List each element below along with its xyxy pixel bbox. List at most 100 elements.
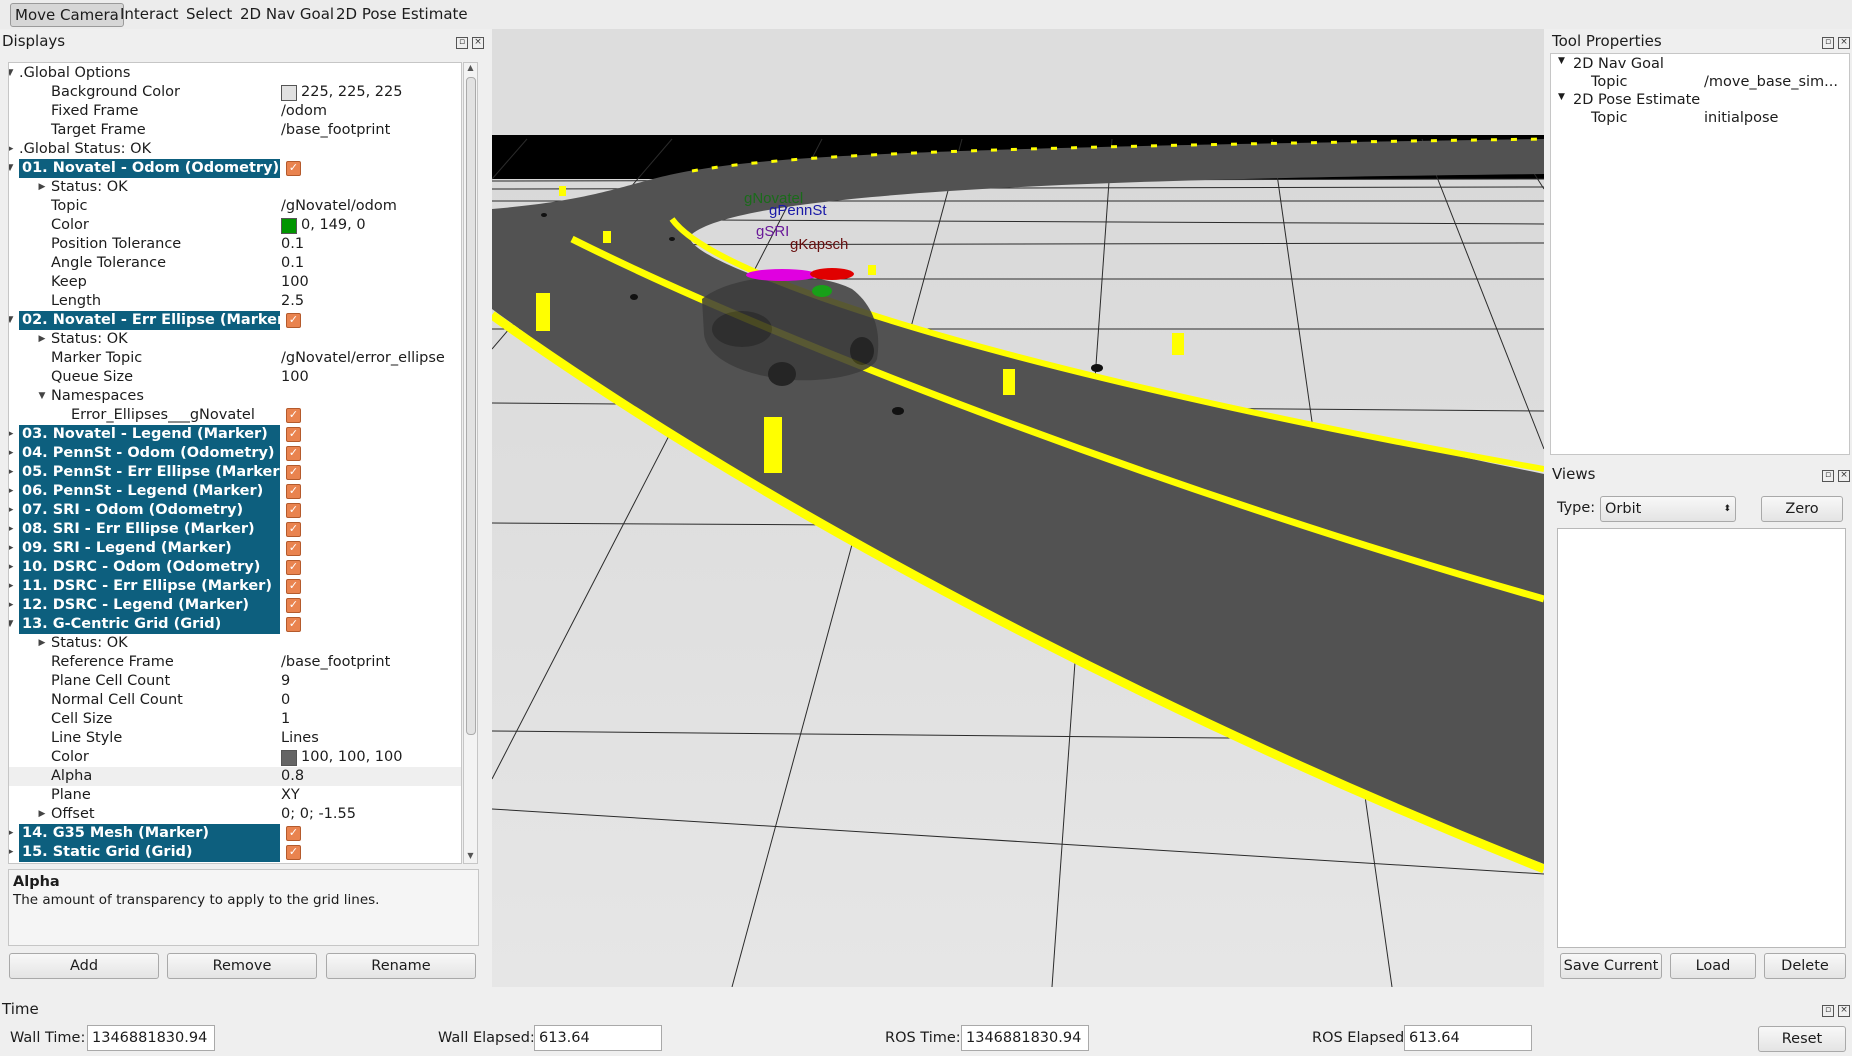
enabled-checkbox[interactable]: ✓: [286, 427, 301, 442]
property-row[interactable]: Plane Cell Count 9: [9, 672, 461, 691]
property-row[interactable]: Fixed Frame/odom: [9, 102, 461, 121]
enabled-checkbox[interactable]: ✓: [286, 161, 301, 176]
property-value[interactable]: 0.8: [281, 767, 304, 786]
saved-views-list[interactable]: [1557, 528, 1846, 948]
reset-time-button[interactable]: Reset: [1758, 1026, 1846, 1052]
property-value[interactable]: 100, 100, 100: [301, 748, 402, 767]
move-camera-tool[interactable]: Move Camera: [10, 3, 124, 27]
pose-estimate-topic-value[interactable]: initialpose: [1704, 110, 1778, 126]
close-icon[interactable]: ×: [472, 37, 484, 49]
display-row[interactable]: ▼01. Novatel - Odom (Odometry) ✓: [9, 159, 461, 178]
add-display-button[interactable]: Add: [9, 953, 159, 979]
remove-display-button[interactable]: Remove: [167, 953, 317, 979]
display-row[interactable]: ▼02. Novatel - Err Ellipse (Marker)✓: [9, 311, 461, 330]
display-row[interactable]: ▶14. G35 Mesh (Marker) ✓: [9, 824, 461, 843]
enabled-checkbox[interactable]: ✓: [286, 541, 301, 556]
property-value[interactable]: XY: [281, 786, 300, 805]
display-row[interactable]: ▶09. SRI - Legend (Marker) ✓: [9, 539, 461, 558]
collapse-arrow-icon[interactable]: ▶: [9, 596, 15, 615]
property-row[interactable]: Color 0, 149, 0: [9, 216, 461, 235]
property-row[interactable]: ▼.Global Options: [9, 64, 461, 83]
display-row[interactable]: ▶12. DSRC - Legend (Marker) ✓: [9, 596, 461, 615]
property-row[interactable]: Plane XY: [9, 786, 461, 805]
expand-arrow-icon[interactable]: ▼: [9, 615, 15, 634]
property-row[interactable]: Length 2.5: [9, 292, 461, 311]
collapse-arrow-icon[interactable]: ▶: [37, 330, 47, 349]
property-value[interactable]: /gNovatel/error_ellipse: [281, 349, 445, 368]
property-row[interactable]: Cell Size 1: [9, 710, 461, 729]
property-row[interactable]: Target Frame/base_footprint: [9, 121, 461, 140]
collapse-arrow-icon[interactable]: ▶: [9, 501, 15, 520]
view-type-select[interactable]: Orbit ⬍: [1600, 496, 1736, 522]
property-value[interactable]: 2.5: [281, 292, 304, 311]
color-swatch[interactable]: [281, 218, 297, 234]
rename-display-button[interactable]: Rename: [326, 953, 476, 979]
select-tool[interactable]: Select: [182, 3, 236, 25]
property-row[interactable]: Alpha 0.8: [9, 767, 461, 786]
enabled-checkbox[interactable]: ✓: [286, 465, 301, 480]
enabled-checkbox[interactable]: ✓: [286, 560, 301, 575]
expand-arrow-icon[interactable]: ▼: [9, 64, 15, 83]
property-value[interactable]: 0.1: [281, 254, 304, 273]
display-row[interactable]: ▶11. DSRC - Err Ellipse (Marker) ✓: [9, 577, 461, 596]
nav-goal-tool[interactable]: 2D Nav Goal: [236, 3, 338, 25]
property-value[interactable]: /base_footprint: [281, 121, 390, 140]
property-row[interactable]: Angle Tolerance 0.1: [9, 254, 461, 273]
property-value[interactable]: 9: [281, 672, 290, 691]
float-icon[interactable]: ▫: [456, 37, 468, 49]
property-row[interactable]: ▶.Global Status: OK: [9, 140, 461, 159]
collapse-arrow-icon[interactable]: ▶: [37, 178, 47, 197]
color-swatch[interactable]: [281, 750, 297, 766]
enabled-checkbox[interactable]: ✓: [286, 522, 301, 537]
expand-arrow-icon[interactable]: ▼: [9, 159, 15, 178]
close-icon[interactable]: ×: [1838, 470, 1850, 482]
display-row[interactable]: ▶10. DSRC - Odom (Odometry) ✓: [9, 558, 461, 577]
property-value[interactable]: 100: [281, 273, 309, 292]
display-row[interactable]: ▶03. Novatel - Legend (Marker) ✓: [9, 425, 461, 444]
expand-arrow-icon[interactable]: ▼: [37, 387, 47, 406]
enabled-checkbox[interactable]: ✓: [286, 408, 301, 423]
property-row[interactable]: ▶ Status: OK: [9, 634, 461, 653]
collapse-arrow-icon[interactable]: ▶: [9, 539, 15, 558]
expand-arrow-icon[interactable]: ▼: [9, 311, 15, 330]
ros-elapsed-field[interactable]: 613.64: [1404, 1025, 1532, 1051]
load-view-button[interactable]: Load: [1670, 953, 1756, 979]
display-row[interactable]: ▶08. SRI - Err Ellipse (Marker) ✓: [9, 520, 461, 539]
enabled-checkbox[interactable]: ✓: [286, 579, 301, 594]
ros-time-field[interactable]: 1346881830.94: [961, 1025, 1089, 1051]
tool-properties-tree[interactable]: ▼ 2D Nav Goal Topic /move_base_sim... ▼ …: [1550, 53, 1850, 455]
3d-scene[interactable]: gNovatel gPennSt gSRI gKapsch: [489, 29, 1546, 988]
property-row[interactable]: Topic/gNovatel/odom: [9, 197, 461, 216]
collapse-arrow-icon[interactable]: ▶: [9, 425, 15, 444]
scroll-up-icon[interactable]: ▲: [465, 63, 476, 75]
scrollbar-thumb[interactable]: [466, 77, 476, 735]
display-row[interactable]: ▶05. PennSt - Err Ellipse (Marker)✓: [9, 463, 461, 482]
collapse-arrow-icon[interactable]: ▶: [9, 577, 15, 596]
scroll-down-icon[interactable]: ▼: [465, 851, 476, 863]
float-icon[interactable]: ▫: [1822, 1005, 1834, 1017]
enabled-checkbox[interactable]: ✓: [286, 503, 301, 518]
collapse-arrow-icon[interactable]: ▶: [37, 634, 47, 653]
property-value[interactable]: 0: [281, 691, 290, 710]
property-row[interactable]: Normal Cell Count 0: [9, 691, 461, 710]
enabled-checkbox[interactable]: ✓: [286, 845, 301, 860]
property-row[interactable]: Marker Topic/gNovatel/error_ellipse: [9, 349, 461, 368]
property-row[interactable]: Background Color 225, 225, 225: [9, 83, 461, 102]
expand-arrow-icon[interactable]: ▼: [1558, 92, 1565, 102]
property-row[interactable]: Error_Ellipses___gNovatel ✓: [9, 406, 461, 425]
property-value[interactable]: 0, 149, 0: [301, 216, 366, 235]
property-value[interactable]: Lines: [281, 729, 319, 748]
nav-goal-topic-value[interactable]: /move_base_sim...: [1704, 74, 1838, 90]
property-row[interactable]: Keep 100: [9, 273, 461, 292]
property-value[interactable]: 1: [281, 710, 290, 729]
property-value[interactable]: /odom: [281, 102, 327, 121]
enabled-checkbox[interactable]: ✓: [286, 598, 301, 613]
displays-scrollbar[interactable]: ▲ ▼: [463, 62, 478, 864]
save-current-view-button[interactable]: Save Current: [1560, 953, 1662, 979]
collapse-arrow-icon[interactable]: ▶: [9, 140, 15, 159]
property-value[interactable]: 100: [281, 368, 309, 387]
property-row[interactable]: Reference Frame/base_footprint: [9, 653, 461, 672]
enabled-checkbox[interactable]: ✓: [286, 617, 301, 632]
property-row[interactable]: ▶ Status: OK: [9, 330, 461, 349]
enabled-checkbox[interactable]: ✓: [286, 484, 301, 499]
